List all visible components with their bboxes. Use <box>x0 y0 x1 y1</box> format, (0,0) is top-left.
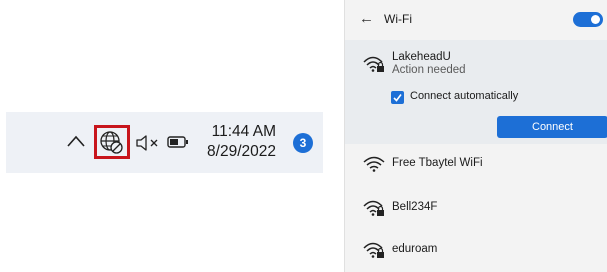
wifi-flyout: ← Wi-Fi LakeheadU Action needed Connect … <box>344 0 607 272</box>
wifi-header: ← Wi-Fi <box>345 0 607 40</box>
connect-button[interactable]: Connect <box>497 116 607 138</box>
wifi-title: Wi-Fi <box>384 12 412 26</box>
clock[interactable]: 11:44 AM 8/29/2022 <box>190 122 276 162</box>
wifi-network-item[interactable]: Free Tbaytel WiFi <box>345 144 607 186</box>
back-arrow-icon[interactable]: ← <box>359 10 374 27</box>
network-name: LakeheadU <box>392 51 451 63</box>
wifi-network-item[interactable]: eduroam <box>345 228 607 270</box>
wifi-network-active[interactable]: LakeheadU Action needed Connect automati… <box>345 40 607 144</box>
checkmark-icon <box>393 94 402 102</box>
network-name: eduroam <box>392 243 438 255</box>
network-name: Free Tbaytel WiFi <box>392 157 483 169</box>
chevron-up-icon[interactable] <box>66 134 86 148</box>
connect-automatically-label: Connect automatically <box>410 90 519 102</box>
wifi-network-item[interactable]: Bell234F <box>345 186 607 228</box>
wifi-toggle[interactable] <box>573 12 603 27</box>
network-name: Bell234F <box>392 201 438 213</box>
network-status: Action needed <box>392 64 466 76</box>
notification-badge[interactable]: 3 <box>293 133 313 153</box>
taskbar-tray: 11:44 AM 8/29/2022 3 <box>6 112 323 173</box>
wifi-icon <box>363 156 385 172</box>
wifi-secured-icon <box>363 56 384 72</box>
volume-muted-icon[interactable] <box>134 133 164 153</box>
connect-automatically-checkbox[interactable] <box>391 91 404 104</box>
clock-date: 8/29/2022 <box>207 143 276 160</box>
globe-no-internet-icon[interactable] <box>98 129 124 155</box>
wifi-secured-icon <box>363 200 384 216</box>
clock-time: 11:44 AM <box>211 123 276 140</box>
wifi-secured-icon <box>363 242 384 258</box>
battery-icon[interactable] <box>166 134 190 150</box>
